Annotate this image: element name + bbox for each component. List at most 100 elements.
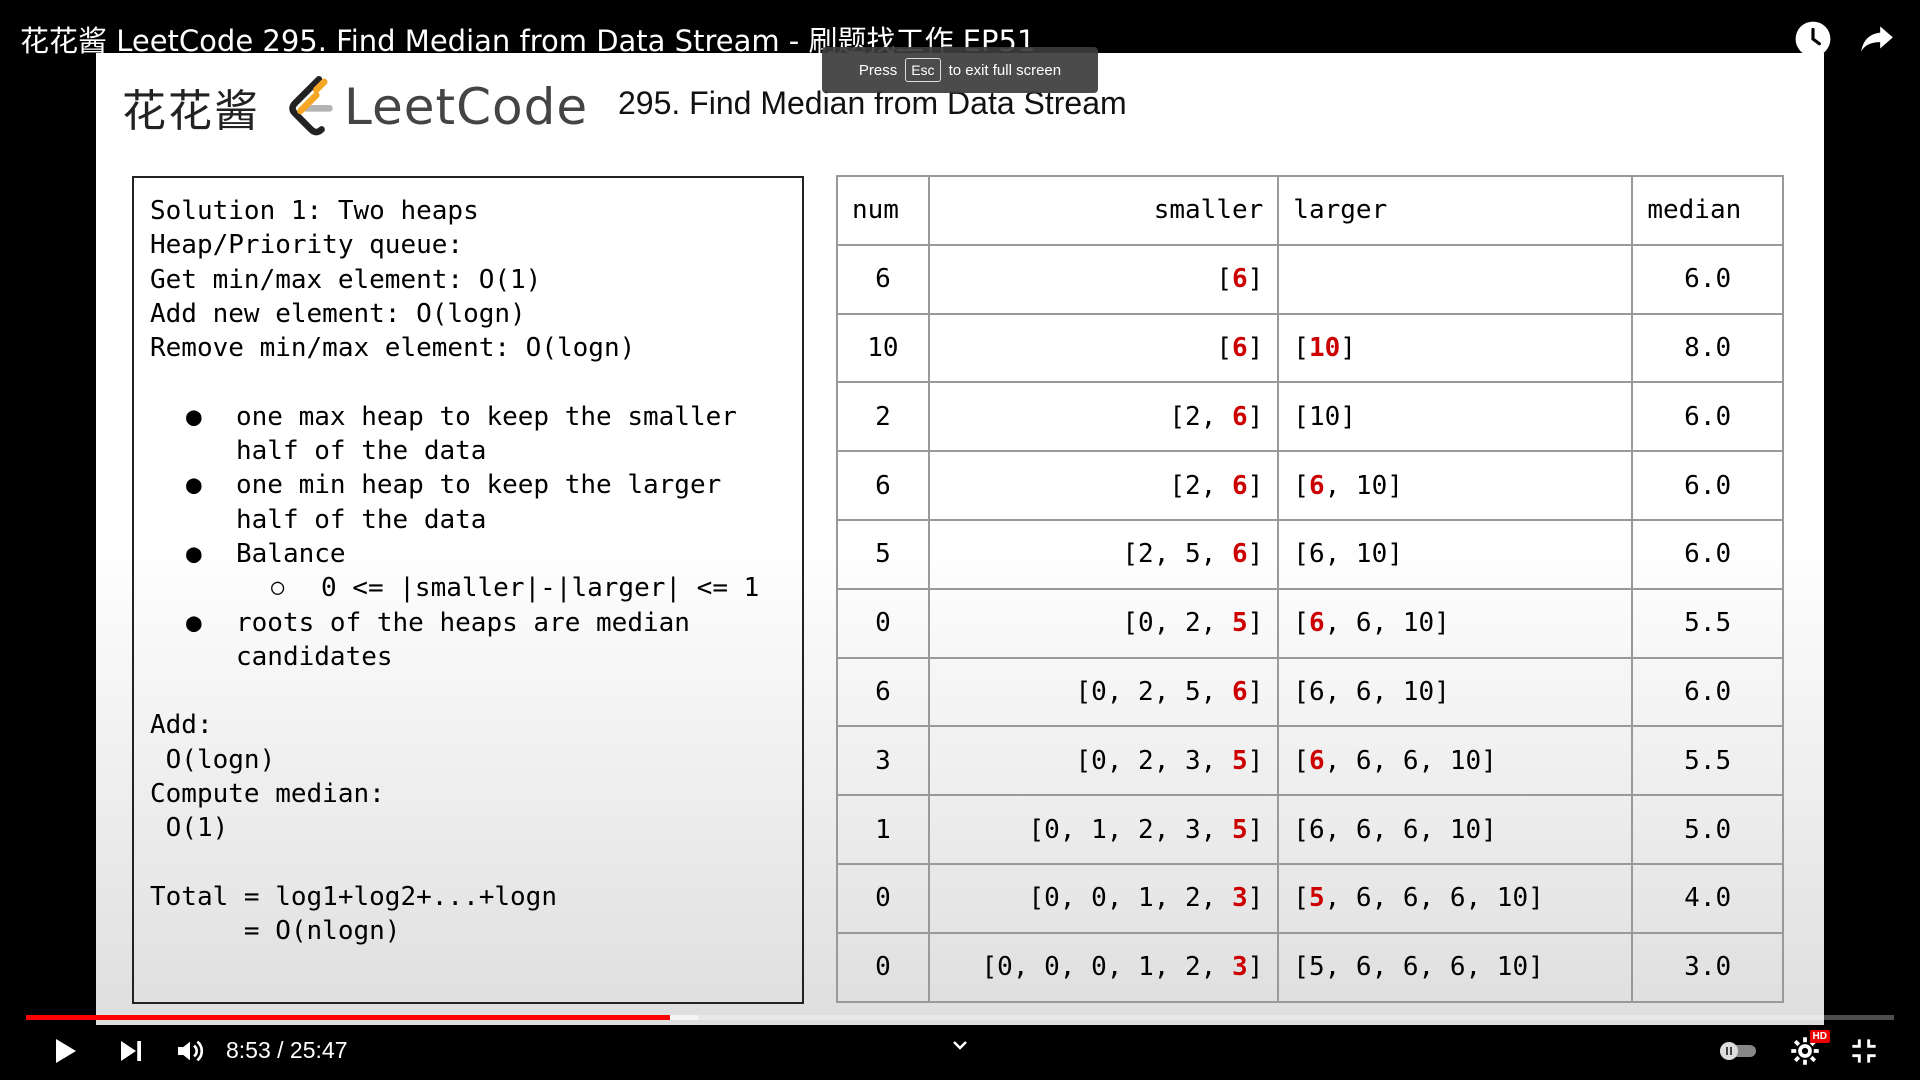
smaller-root-highlight: 5 [1231, 608, 1248, 639]
larger-text: , 6, 10] [1324, 608, 1450, 639]
table-row: 6 [6] 6.0 [836, 243, 1784, 315]
esc-key-label: Esc [905, 58, 941, 82]
larger-text: , 10] [1324, 470, 1403, 501]
cell-median: 5.5 [1631, 725, 1784, 797]
sub-bullet-item: ○ 0 <= |smaller|-|larger| <= 1 [150, 571, 802, 605]
smaller-root-highlight: 6 [1231, 539, 1248, 570]
note-line: Remove min/max element: O(logn) [150, 333, 636, 364]
smaller-root-highlight: 3 [1231, 883, 1248, 914]
larger-text: [5, 6, 6, 6, 10] [1293, 952, 1544, 983]
bullet-item: ● roots of the heaps are median [150, 606, 802, 640]
smaller-text: [ [1216, 264, 1232, 295]
play-button[interactable] [48, 1026, 80, 1076]
bullet-text: one max heap to keep the smaller [236, 401, 737, 432]
header-num: num [836, 175, 930, 246]
table-row: 6 [2, 6] [6, 10] 6.0 [836, 450, 1784, 521]
table-row: 3 [0, 2, 3, 5] [6, 6, 6, 10] 5.5 [836, 725, 1784, 797]
larger-text: [6, 10] [1293, 539, 1403, 570]
video-frame-slide[interactable]: 花花酱 LeetCode 295. Find Median from Data … [96, 53, 1824, 1025]
smaller-root-highlight: 5 [1231, 745, 1248, 776]
time-display: 8:53 / 25:47 [226, 1037, 348, 1063]
bullet-dot-icon: ● [186, 470, 202, 501]
cell-larger [1277, 243, 1634, 315]
autoplay-toggle[interactable] [1718, 1026, 1758, 1076]
cell-median: 3.0 [1631, 931, 1784, 1003]
table-row: 1 [0, 1, 2, 3, 5] [6, 6, 6, 10] 5.0 [836, 794, 1784, 865]
smaller-text: ] [1247, 952, 1264, 983]
play-icon [56, 1039, 76, 1063]
bullet-item: ● Balance [150, 537, 802, 571]
smaller-text: [0, 2, 3, [1075, 745, 1232, 776]
table-row: 5 [2, 5, 6] [6, 10] 6.0 [836, 518, 1784, 590]
cell-smaller: [0, 0, 1, 2, 3] [927, 862, 1280, 934]
bullet-dot-icon: ● [186, 538, 202, 569]
smaller-root-highlight: 3 [1231, 952, 1248, 983]
smaller-root-highlight: 6 [1231, 401, 1248, 432]
table-row: 2 [2, 6] [10] 6.0 [836, 381, 1784, 453]
larger-text: [ [1293, 745, 1309, 776]
cell-num: 6 [836, 450, 930, 521]
cell-num: 1 [836, 794, 930, 865]
player-controls: 8:53 / 25:47 HD [0, 1030, 1920, 1080]
bullet-text: candidates [236, 641, 393, 672]
leetcode-logo-text: LeetCode [344, 78, 589, 136]
watch-later-icon[interactable] [1794, 20, 1832, 58]
smaller-text: [2, 5, [1122, 539, 1232, 570]
table-row: 6 [0, 2, 5, 6] [6, 6, 10] 6.0 [836, 656, 1784, 728]
fullscreen-toast: Press Esc to exit full screen [822, 47, 1098, 93]
cell-smaller: [0, 2, 5] [927, 587, 1280, 659]
solution-notes-box: Solution 1: Two heaps Heap/Priority queu… [132, 176, 804, 1004]
smaller-root-highlight: 6 [1231, 470, 1248, 501]
chevron-down-icon [953, 1041, 967, 1050]
larger-text: [ [1293, 470, 1309, 501]
top-actions [1794, 20, 1896, 58]
settings-button[interactable]: HD [1790, 1026, 1830, 1076]
chapter-expand-button[interactable] [948, 1020, 972, 1070]
smaller-root-highlight: 6 [1231, 676, 1248, 707]
note-line: Total = log1+log2+...+logn [150, 881, 557, 912]
smaller-text: ] [1247, 401, 1264, 432]
larger-text: [ [1293, 883, 1309, 914]
smaller-text: ] [1247, 676, 1264, 707]
larger-root-highlight: 6 [1308, 608, 1325, 639]
table-header-row: num smaller larger median [836, 175, 1784, 246]
cell-larger: [6, 6, 6, 10] [1277, 725, 1634, 797]
larger-text: [ [1293, 332, 1309, 363]
next-button[interactable] [116, 1026, 146, 1076]
cell-median: 5.0 [1631, 794, 1784, 865]
next-icon [121, 1041, 141, 1061]
note-line: O(logn) [150, 744, 276, 775]
cell-num: 0 [836, 931, 930, 1003]
smaller-text: ] [1247, 539, 1264, 570]
smaller-text: [ [1216, 332, 1232, 363]
cell-smaller: [0, 2, 3, 5] [927, 725, 1280, 797]
progress-played [26, 1015, 670, 1020]
brand-chinese-name: 花花酱 [122, 86, 260, 137]
note-line: Add new element: O(logn) [150, 298, 526, 329]
larger-text: [10] [1293, 401, 1356, 432]
cell-num: 2 [836, 381, 930, 453]
header-larger: larger [1277, 175, 1634, 246]
table-row: 0 [0, 0, 0, 1, 2, 3] [5, 6, 6, 6, 10] 3.0 [836, 931, 1784, 1003]
sub-bullet-text: 0 <= |smaller|-|larger| <= 1 [321, 573, 760, 604]
smaller-text: ] [1247, 814, 1264, 845]
smaller-text: ] [1247, 608, 1264, 639]
cell-larger: [6, 10] [1277, 450, 1634, 521]
slide-header: 花花酱 LeetCode [122, 67, 588, 147]
header-smaller: smaller [927, 175, 1280, 246]
table-row: 10 [6] [10] 8.0 [836, 312, 1784, 384]
cell-median: 6.0 [1631, 656, 1784, 728]
cell-median: 6.0 [1631, 450, 1784, 521]
smaller-root-highlight: 6 [1231, 332, 1248, 363]
share-icon[interactable] [1858, 20, 1896, 58]
volume-button[interactable] [174, 1026, 206, 1076]
smaller-text: [0, 1, 2, 3, [1028, 814, 1232, 845]
cell-median: 4.0 [1631, 862, 1784, 934]
cell-smaller: [2, 6] [927, 450, 1280, 521]
cell-larger: [6, 10] [1277, 518, 1634, 590]
bullet-continuation: candidates [150, 640, 802, 674]
exit-fullscreen-button[interactable] [1850, 1026, 1878, 1076]
cell-median: 8.0 [1631, 312, 1784, 384]
